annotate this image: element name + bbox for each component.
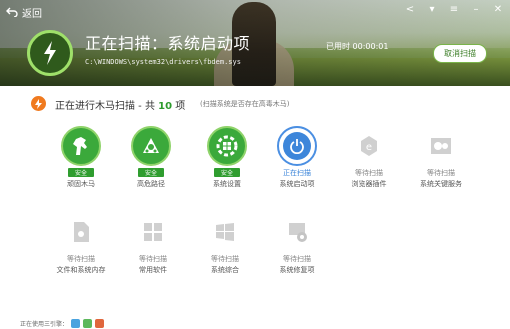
item-label: 系统修复项: [279, 266, 315, 274]
cancel-scan-button[interactable]: 取消扫描: [433, 44, 487, 63]
svg-text:e: e: [366, 142, 372, 153]
status-prefix: 正在进行木马扫描 - 共: [55, 101, 155, 112]
lightning-icon: [27, 30, 73, 76]
item-label: 系统关键服务: [420, 180, 462, 188]
status-badge: 安全: [68, 168, 94, 177]
share-icon[interactable]: <: [404, 4, 416, 16]
power-icon: [277, 126, 317, 166]
item-label: 系统设置: [213, 180, 241, 188]
scan-hint: (扫描系统是否存在高毒木马): [200, 100, 290, 108]
back-arrow-icon: [6, 7, 18, 17]
item-label: 文件和系统内存: [56, 266, 106, 274]
menu-icon[interactable]: ≡: [448, 4, 460, 16]
windows-gear-icon: [207, 126, 247, 166]
item-count: 10: [158, 101, 173, 112]
status-text: 等待扫描: [139, 255, 167, 263]
scan-item-trojan: 安全 顽固木马: [46, 126, 116, 196]
item-label: 系统综合: [211, 266, 239, 274]
engine-avira-icon[interactable]: [95, 319, 105, 328]
engine-footer: 正在使用三引擎：: [20, 318, 105, 329]
item-label: 顽固木马: [67, 180, 95, 188]
status-text: 等待扫描: [211, 255, 239, 263]
item-label: 常用软件: [139, 266, 167, 274]
item-label: 高危路径: [137, 180, 165, 188]
repair-icon: [285, 220, 309, 244]
scan-item-browser-plugins: e 等待扫描 浏览器插件: [334, 126, 404, 196]
status-text: 等待扫描: [427, 169, 455, 177]
file-icon: [69, 220, 93, 244]
status-suffix: 项: [175, 101, 186, 112]
ie-icon: e: [357, 134, 381, 158]
item-label: 浏览器插件: [351, 180, 387, 188]
scan-item-files-memory: 等待扫描 文件和系统内存: [46, 212, 116, 282]
status-badge: 安全: [214, 168, 240, 177]
close-icon[interactable]: ✕: [492, 4, 504, 16]
scan-window: 返回 < ▾ ≡ – ✕ 正在扫描：系统启动项 C:\WINDOWS\syste…: [0, 0, 510, 329]
windows-icon: [213, 220, 237, 244]
status-badge: 安全: [138, 168, 164, 177]
scan-item-system-repair: 等待扫描 系统修复项: [262, 212, 332, 282]
scan-item-startup: 正在扫描 系统启动项: [262, 126, 332, 196]
scan-item-common-software: 等待扫描 常用软件: [118, 212, 188, 282]
status-text: 等待扫描: [355, 169, 383, 177]
scan-item-system-settings: 安全 系统设置: [192, 126, 262, 196]
status-text: 等待扫描: [67, 255, 95, 263]
status-text: 正在扫描: [283, 169, 311, 177]
network-icon: [131, 126, 171, 166]
item-label: 系统启动项: [279, 180, 315, 188]
window-controls: < ▾ ≡ – ✕: [404, 4, 504, 16]
apps-icon: [141, 220, 165, 244]
scan-item-system-general: 等待扫描 系统综合: [190, 212, 260, 282]
engine-label: 正在使用三引擎：: [20, 321, 69, 328]
scan-title: 正在扫描：系统启动项: [85, 34, 251, 53]
status-text: 等待扫描: [283, 255, 311, 263]
scan-path: C:\WINDOWS\system32\drivers\fbdem.sys: [85, 58, 241, 66]
scan-item-risk-path: 安全 高危路径: [116, 126, 186, 196]
elapsed-time: 已用时 00:00:01: [326, 42, 389, 51]
header-banner: 返回 < ▾ ≡ – ✕ 正在扫描：系统启动项 C:\WINDOWS\syste…: [0, 0, 510, 86]
scan-status: 正在进行木马扫描 - 共 10 项: [55, 97, 185, 112]
service-gear-icon: [429, 134, 453, 158]
horse-icon: [61, 126, 101, 166]
minimize-icon[interactable]: –: [470, 4, 482, 16]
engine-cloud-icon[interactable]: [71, 319, 81, 328]
shirt-skin-icon[interactable]: ▾: [426, 4, 438, 16]
scan-item-key-services: 等待扫描 系统关键服务: [406, 126, 476, 196]
engine-qvm-icon[interactable]: [83, 319, 93, 328]
back-button[interactable]: 返回: [6, 5, 42, 20]
back-label: 返回: [22, 8, 42, 20]
trojan-scan-icon: [31, 96, 46, 111]
